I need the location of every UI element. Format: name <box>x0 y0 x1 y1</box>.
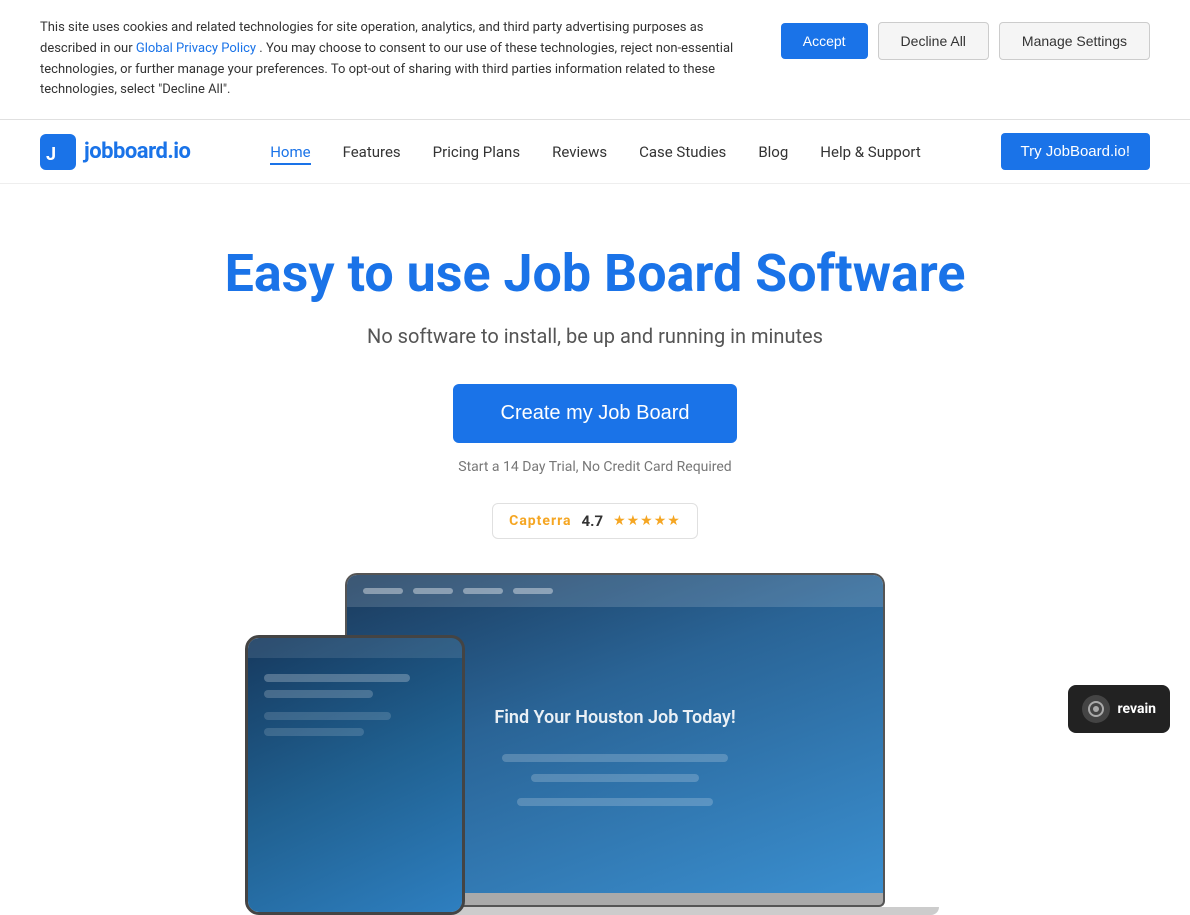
content-bar-2 <box>531 774 700 782</box>
revain-logo-icon <box>1087 700 1105 718</box>
nav-reviews[interactable]: Reviews <box>552 143 607 161</box>
nav-dot-1 <box>363 588 403 594</box>
revain-label: revain <box>1118 701 1157 717</box>
cookie-buttons: Accept Decline All Manage Settings <box>781 18 1150 60</box>
device-header <box>347 575 883 607</box>
svg-text:J: J <box>46 144 56 165</box>
privacy-policy-link[interactable]: Global Privacy Policy <box>136 41 256 56</box>
navbar: J jobboard.io Home Features Pricing Plan… <box>0 120 1190 184</box>
hero-subtitle: No software to install, be up and runnin… <box>367 324 823 348</box>
nav-links: Home Features Pricing Plans Reviews Case… <box>270 142 921 161</box>
nav-case-studies[interactable]: Case Studies <box>639 143 726 161</box>
nav-dot-2 <box>413 588 453 594</box>
decline-button[interactable]: Decline All <box>878 22 989 60</box>
create-job-board-button[interactable]: Create my Job Board <box>453 384 738 443</box>
nav-features[interactable]: Features <box>343 143 401 161</box>
accept-button[interactable]: Accept <box>781 23 868 59</box>
tablet-screen <box>248 638 462 912</box>
device-screen-text: Find Your Houston Job Today! <box>474 687 755 748</box>
logo[interactable]: J jobboard.io <box>40 134 190 170</box>
nav-home[interactable]: Home <box>270 143 310 165</box>
nav-help-support[interactable]: Help & Support <box>820 143 920 161</box>
revain-badge[interactable]: revain <box>1068 685 1171 733</box>
capterra-stars: ★★★★★ <box>613 513 681 529</box>
nav-pricing-plans[interactable]: Pricing Plans <box>433 143 520 161</box>
content-bar-3 <box>517 798 714 806</box>
hero-trial-note: Start a 14 Day Trial, No Credit Card Req… <box>458 459 731 475</box>
capterra-rating: 4.7 <box>582 512 604 530</box>
logo-text: jobboard.io <box>84 139 190 164</box>
logo-icon: J <box>40 134 76 170</box>
hero-section: Easy to use Job Board Software No softwa… <box>0 184 1190 915</box>
content-bar-1 <box>502 754 727 762</box>
cookie-text: This site uses cookies and related techn… <box>40 18 761 101</box>
capterra-logo-text: Capterra <box>509 513 571 529</box>
revain-icon <box>1082 695 1110 723</box>
try-jobboard-button[interactable]: Try JobBoard.io! <box>1001 133 1151 170</box>
hero-title: Easy to use Job Board Software <box>225 244 966 304</box>
tablet-mockup <box>245 635 465 915</box>
hero-devices: Find Your Houston Job Today! <box>245 575 945 915</box>
capterra-badge: Capterra 4.7 ★★★★★ <box>492 503 698 539</box>
manage-settings-button[interactable]: Manage Settings <box>999 22 1150 60</box>
nav-dot-4 <box>513 588 553 594</box>
nav-blog[interactable]: Blog <box>758 143 788 161</box>
nav-dot-3 <box>463 588 503 594</box>
cookie-banner: This site uses cookies and related techn… <box>0 0 1190 120</box>
